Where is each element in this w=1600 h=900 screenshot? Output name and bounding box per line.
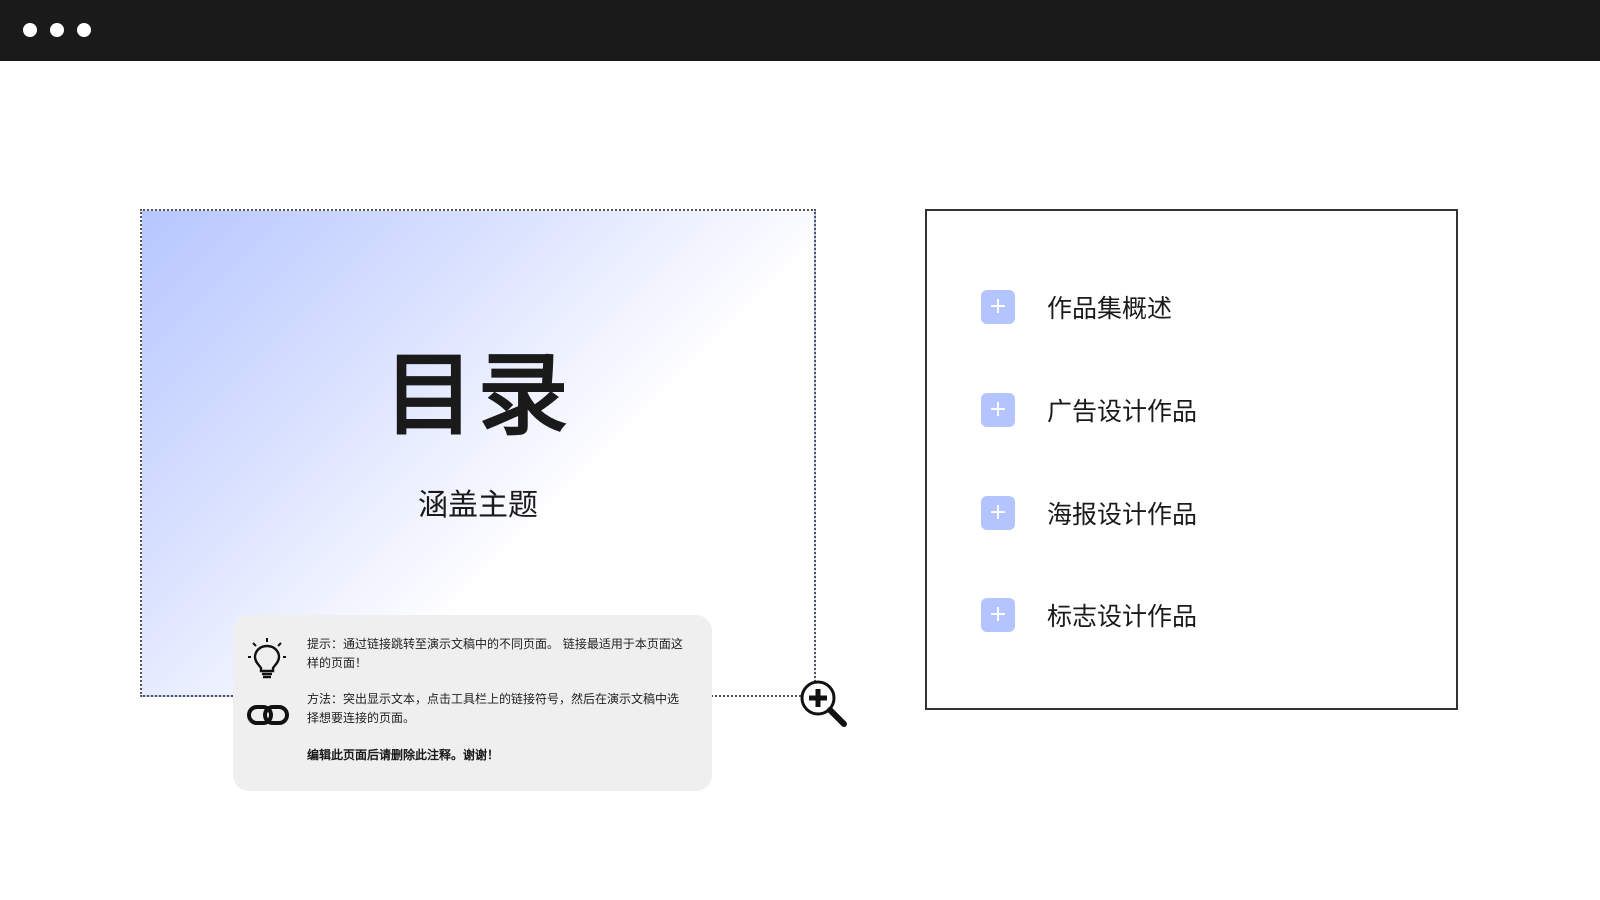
toc-item-poster-design[interactable]: + 海报设计作品 xyxy=(981,495,1401,531)
toc-item-portfolio-overview[interactable]: + 作品集概述 xyxy=(981,289,1401,325)
toc-item-label[interactable]: 广告设计作品 xyxy=(1047,392,1197,428)
window-control-dot-2[interactable] xyxy=(50,23,64,37)
page-subtitle: 涵盖主题 xyxy=(418,488,538,523)
plus-icon[interactable]: + xyxy=(981,290,1015,324)
zoom-in-icon[interactable] xyxy=(796,676,852,732)
plus-icon[interactable]: + xyxy=(981,496,1015,530)
note-reminder-text: 编辑此页面后请删除此注释。谢谢！ xyxy=(307,748,500,762)
lightbulb-icon xyxy=(247,637,287,679)
plus-icon[interactable]: + xyxy=(981,393,1015,427)
note-method-text: 方法：突出显示文本，点击工具栏上的链接符号，然后在演示文稿中选择想要连接的页面。 xyxy=(307,692,680,725)
page-title: 目录 xyxy=(384,343,572,448)
note-tip-text: 提示：通过链接跳转至演示文稿中的不同页面。 链接最适用于本页面这样的页面！ xyxy=(307,637,683,670)
link-icon xyxy=(247,701,289,729)
window-control-dot-3[interactable] xyxy=(77,23,91,37)
table-of-contents: + 作品集概述 + 广告设计作品 + 海报设计作品 + 标志设计作品 xyxy=(925,209,1458,710)
window-control-dot-1[interactable] xyxy=(23,23,37,37)
toc-item-advertising-design[interactable]: + 广告设计作品 xyxy=(981,392,1401,428)
toc-item-label[interactable]: 作品集概述 xyxy=(1047,289,1172,325)
toc-item-logo-design[interactable]: + 标志设计作品 xyxy=(981,597,1401,633)
instruction-note: 提示：通过链接跳转至演示文稿中的不同页面。 链接最适用于本页面这样的页面！ 方法… xyxy=(233,615,712,791)
toc-item-label[interactable]: 海报设计作品 xyxy=(1047,495,1197,531)
window-title-bar xyxy=(0,0,1600,61)
toc-item-label[interactable]: 标志设计作品 xyxy=(1047,597,1197,633)
plus-icon[interactable]: + xyxy=(981,598,1015,632)
